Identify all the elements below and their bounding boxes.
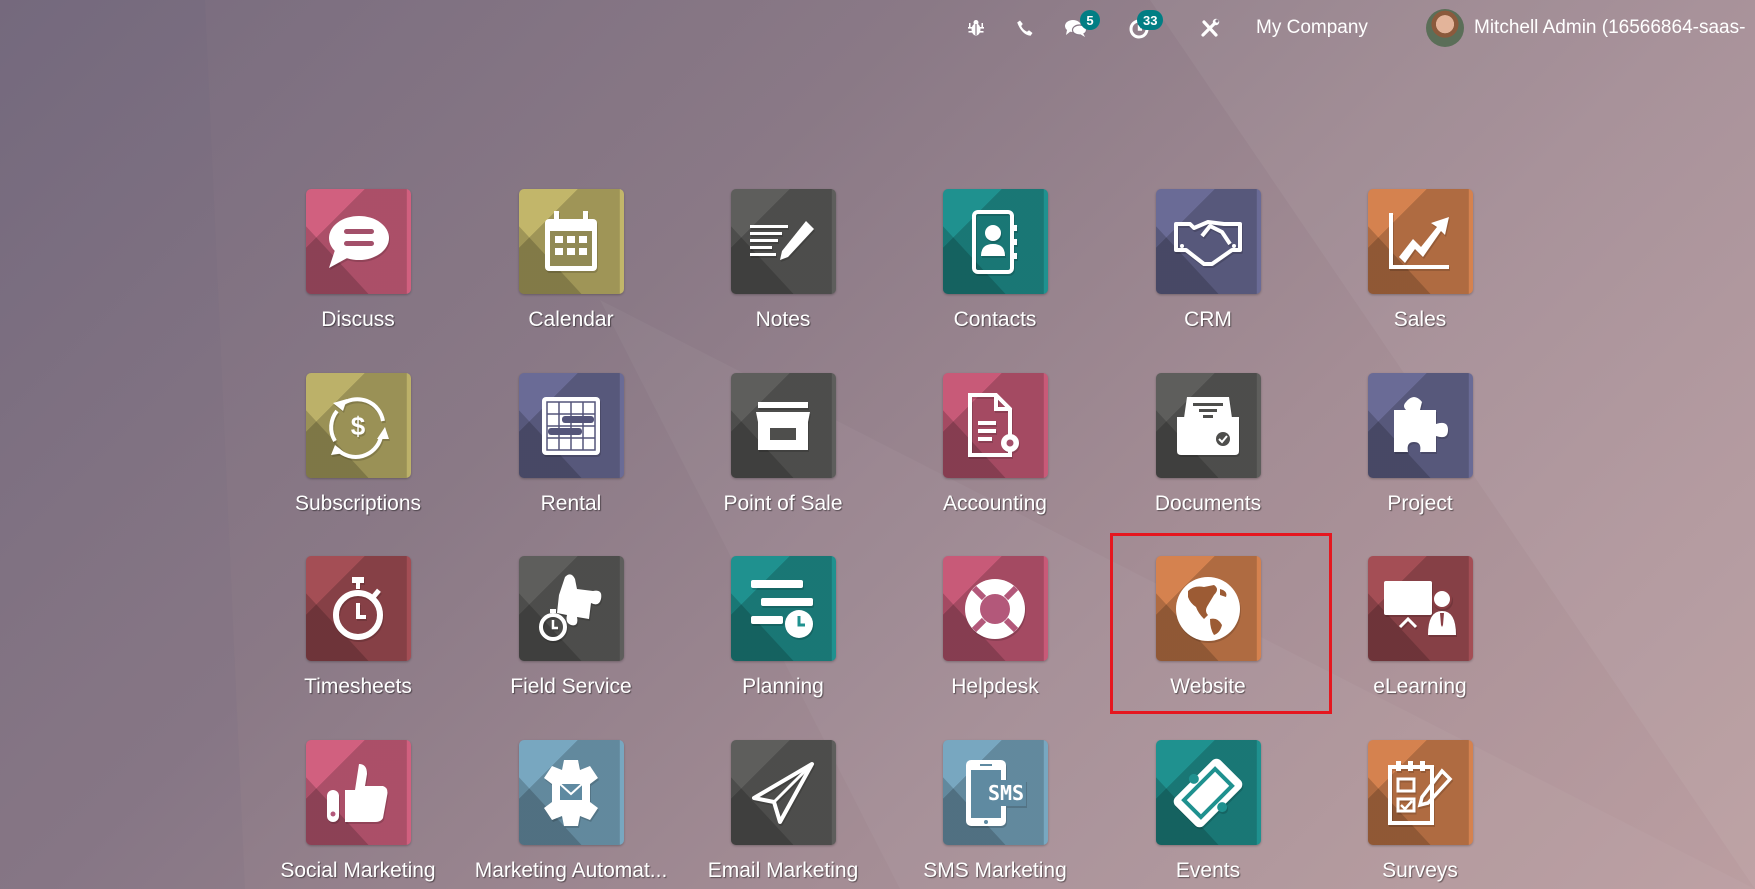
bug-icon[interactable] [966, 0, 986, 56]
user-avatar [1426, 9, 1464, 47]
app-label: Helpdesk [951, 675, 1039, 698]
handshake-icon [1155, 189, 1261, 294]
app-label: Social Marketing [280, 859, 436, 882]
app-tile-events[interactable]: Events [1118, 740, 1298, 883]
lifebuoy-icon [942, 556, 1048, 661]
app-label: Rental [540, 492, 602, 515]
company-switcher[interactable]: My Company [1256, 0, 1368, 56]
app-tile-point-of-sale[interactable]: Point of Sale [693, 373, 873, 516]
app-label: Discuss [321, 308, 395, 331]
app-tile-subscriptions[interactable]: $ Subscriptions [268, 373, 448, 516]
app-label: Contacts [953, 308, 1037, 331]
app-label: SMS Marketing [923, 859, 1067, 882]
app-tile-documents[interactable]: Documents [1118, 373, 1298, 516]
paper-plane-icon [730, 740, 836, 845]
app-tile-planning[interactable]: Planning [693, 556, 873, 699]
app-tile-website[interactable]: Website [1118, 556, 1298, 699]
app-tile-rental[interactable]: Rental [481, 373, 661, 516]
app-tile-elearning[interactable]: eLearning [1330, 556, 1510, 699]
svg-text:$: $ [351, 411, 366, 441]
ticket-icon [1155, 740, 1261, 845]
phone-icon[interactable] [1016, 0, 1034, 56]
app-label: Events [1175, 859, 1241, 882]
app-label: eLearning [1373, 675, 1467, 698]
app-label: Surveys [1382, 859, 1458, 882]
puzzle-stopwatch-icon [518, 556, 624, 661]
app-tile-project[interactable]: Project [1330, 373, 1510, 516]
top-navbar: 5 33 My Company Mitchell Admin (16566864… [0, 0, 1755, 56]
planning-lines-clock-icon [730, 556, 836, 661]
app-tile-contacts[interactable]: Contacts [905, 189, 1085, 332]
app-tile-accounting[interactable]: Accounting [905, 373, 1085, 516]
app-tile-marketing-automat[interactable]: Marketing Automat... [475, 740, 667, 883]
user-name: Mitchell Admin (16566864-saas- [1474, 17, 1746, 38]
puzzle-icon [1367, 373, 1473, 478]
app-label: CRM [1184, 308, 1232, 331]
app-label: Field Service [510, 675, 632, 698]
app-tile-discuss[interactable]: Discuss [268, 189, 448, 332]
chat-bubble-icon [305, 189, 411, 294]
document-gear-icon [942, 373, 1048, 478]
app-tile-crm[interactable]: CRM [1118, 189, 1298, 332]
app-label: Calendar [528, 308, 614, 331]
app-label: Point of Sale [723, 492, 843, 515]
wrench-screwdriver-icon[interactable] [1199, 0, 1221, 56]
gear-envelope-icon [518, 740, 624, 845]
app-label: Notes [755, 308, 811, 331]
app-label: Marketing Automat... [474, 859, 668, 882]
app-label: Documents [1154, 492, 1262, 515]
app-label: Planning [742, 675, 824, 698]
app-label: Subscriptions [294, 492, 422, 515]
app-tile-helpdesk[interactable]: Helpdesk [905, 556, 1085, 699]
presentation-board-icon [1367, 556, 1473, 661]
app-tile-sms-marketing[interactable]: SMS SMS Marketing [905, 740, 1085, 883]
calendar-icon [518, 189, 624, 294]
file-drawer-icon [1155, 373, 1261, 478]
stopwatch-icon [305, 556, 411, 661]
thumbs-up-icon [305, 740, 411, 845]
phone-sms-icon: SMS [942, 740, 1048, 845]
app-tile-email-marketing[interactable]: Email Marketing [693, 740, 873, 883]
app-label: Sales [1393, 308, 1447, 331]
app-label: Timesheets [304, 675, 412, 698]
app-tile-sales[interactable]: Sales [1330, 189, 1510, 332]
app-tile-surveys[interactable]: Surveys [1330, 740, 1510, 883]
app-tile-timesheets[interactable]: Timesheets [268, 556, 448, 699]
messages-count-badge: 5 [1080, 10, 1100, 30]
app-tile-notes[interactable]: Notes [693, 189, 873, 332]
trending-chart-icon [1367, 189, 1473, 294]
globe-icon [1155, 556, 1261, 661]
app-label: Project [1387, 492, 1453, 515]
recurring-dollar-icon: $ [305, 373, 411, 478]
user-menu[interactable]: Mitchell Admin (16566864-saas- [1426, 0, 1745, 56]
app-label: Email Marketing [707, 859, 859, 882]
checklist-pencil-icon [1367, 740, 1473, 845]
address-book-icon [942, 189, 1048, 294]
gantt-grid-icon [518, 373, 624, 478]
svg-text:SMS: SMS [988, 781, 1024, 805]
notes-pencil-icon [730, 189, 836, 294]
app-label: Website [1170, 675, 1246, 698]
app-label: Accounting [943, 492, 1047, 515]
app-tile-field-service[interactable]: Field Service [481, 556, 661, 699]
store-icon [730, 373, 836, 478]
app-tile-social-marketing[interactable]: Social Marketing [268, 740, 448, 883]
app-tile-calendar[interactable]: Calendar [481, 189, 661, 332]
activities-count-badge: 33 [1137, 10, 1164, 30]
